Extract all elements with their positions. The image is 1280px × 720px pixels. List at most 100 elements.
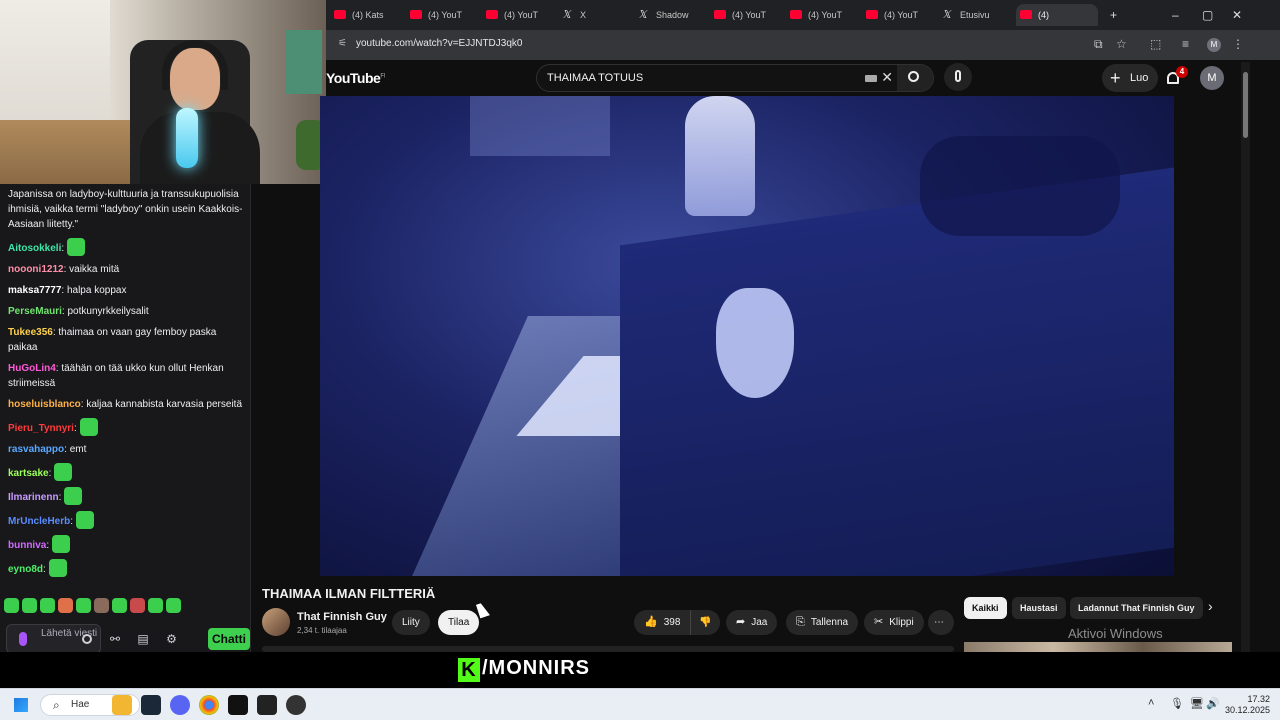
menu-icon[interactable]: ⋮ bbox=[1232, 37, 1244, 51]
chat-username[interactable]: HuGoLin4 bbox=[8, 363, 56, 374]
chat-message: bunniva: bbox=[8, 532, 243, 556]
voice-search-button[interactable] bbox=[944, 63, 972, 91]
obs-icon[interactable] bbox=[286, 695, 306, 715]
youtube-icon bbox=[486, 10, 498, 19]
chat-username[interactable]: Aitosokkeli bbox=[8, 243, 61, 254]
search-input[interactable]: THAIMAA TOTUUS ✕ bbox=[536, 64, 934, 92]
more-actions-button[interactable]: ⋯ bbox=[928, 610, 954, 635]
chat-text: potkunyrkkeilysalit bbox=[67, 306, 149, 317]
tab-bar: (4) Kats (4) YouT (4) YouT 𝕏X 𝕏 Shadow (4… bbox=[326, 0, 1280, 30]
keyboard-icon[interactable] bbox=[865, 75, 877, 82]
tab[interactable]: (4) Kats bbox=[330, 4, 398, 26]
chat-username[interactable]: hoseluisblanco bbox=[8, 399, 81, 410]
emote-bar[interactable] bbox=[4, 598, 248, 618]
account-avatar[interactable]: M bbox=[1200, 66, 1224, 90]
steam-icon[interactable] bbox=[141, 695, 161, 715]
minimize-icon[interactable]: – bbox=[1172, 0, 1179, 30]
chip-channel[interactable]: Ladannut That Finnish Guy bbox=[1070, 597, 1203, 619]
install-icon[interactable]: ⧉ bbox=[1094, 37, 1103, 52]
chat-emote[interactable] bbox=[51, 535, 70, 553]
channel-avatar[interactable] bbox=[262, 608, 290, 636]
chat-username[interactable]: bunniva bbox=[8, 540, 46, 551]
chat-emote[interactable] bbox=[48, 559, 67, 577]
video-player[interactable] bbox=[320, 96, 1174, 576]
chevron-right-icon[interactable]: › bbox=[1208, 598, 1213, 614]
chat-tools: ⚯ ▤ ⚙ bbox=[110, 632, 191, 646]
chip-all[interactable]: Kaikki bbox=[964, 597, 1007, 619]
tab[interactable]: (4) YouT bbox=[710, 4, 778, 26]
windows-start-icon[interactable] bbox=[14, 698, 28, 712]
chat-username[interactable]: MrUncleHerb bbox=[8, 516, 70, 527]
page-scrollbar[interactable] bbox=[1241, 62, 1250, 652]
channel-name[interactable]: That Finnish Guy bbox=[297, 611, 387, 623]
join-button[interactable]: Liity bbox=[392, 610, 430, 635]
clear-icon[interactable]: ✕ bbox=[881, 69, 893, 86]
link-icon[interactable]: ⚯ bbox=[110, 632, 120, 646]
emoji-icon[interactable] bbox=[82, 634, 92, 644]
tab-active[interactable]: (4) bbox=[1016, 4, 1098, 26]
chat-username[interactable]: Tukee356 bbox=[8, 327, 53, 338]
activate-windows-watermark: Aktivoi Windows bbox=[1068, 626, 1163, 641]
chat-emote[interactable] bbox=[79, 418, 98, 436]
chat-messages[interactable]: Japanissa on ladyboy-kulttuuria ja trans… bbox=[0, 184, 251, 596]
youtube-logo[interactable]: YouTubeFI bbox=[326, 70, 385, 86]
profile-avatar[interactable]: M bbox=[1207, 38, 1221, 52]
chat-username[interactable]: Ilmarinenn bbox=[8, 492, 59, 503]
system-clock[interactable]: 17.32 30.12.2025 bbox=[1224, 694, 1270, 716]
store-icon[interactable]: ▤ bbox=[137, 632, 148, 646]
chat-username[interactable]: kartsake bbox=[8, 468, 49, 479]
chat-emote[interactable] bbox=[54, 463, 73, 481]
close-icon[interactable]: ✕ bbox=[1232, 0, 1242, 30]
url-text[interactable]: youtube.com/watch?v=EJJNTDJ3qk0 bbox=[356, 38, 522, 49]
tray-chevron-icon[interactable]: ˄ bbox=[1148, 697, 1154, 709]
create-button[interactable]: Luo bbox=[1102, 64, 1158, 92]
x-app-icon[interactable] bbox=[228, 695, 248, 715]
tab[interactable]: 𝕏X bbox=[558, 4, 626, 26]
tab[interactable]: (4) YouT bbox=[482, 4, 550, 26]
discord-icon[interactable] bbox=[170, 695, 190, 715]
chat-input[interactable]: Lähetä viesti bbox=[6, 624, 101, 654]
chat-message: HuGoLin4: täähän on tää ukko kun ollut H… bbox=[8, 363, 224, 389]
chat-text: vaikka mitä bbox=[69, 264, 120, 275]
network-icon[interactable]: 🖥 bbox=[1190, 697, 1204, 710]
chat-message: PerseMauri: potkunyrkkeilysalit bbox=[8, 306, 149, 317]
chat-username[interactable]: maksa7777 bbox=[8, 285, 61, 296]
chat-username[interactable]: rasvahappo bbox=[8, 444, 64, 455]
chat-send-button[interactable]: Chatti bbox=[208, 628, 250, 650]
extensions-icon[interactable]: ⬚ bbox=[1150, 37, 1161, 51]
chat-emote[interactable] bbox=[64, 487, 83, 505]
chip-related[interactable]: Haustasi bbox=[1012, 597, 1066, 619]
chrome-icon[interactable] bbox=[199, 695, 219, 715]
bookmark-star-icon[interactable]: ☆ bbox=[1116, 37, 1127, 51]
tab[interactable]: (4) YouT bbox=[786, 4, 854, 26]
search-button[interactable] bbox=[897, 65, 933, 91]
recommended-thumbnail[interactable] bbox=[964, 642, 1232, 652]
chat-username[interactable]: PerseMauri bbox=[8, 306, 62, 317]
tab[interactable]: (4) YouT bbox=[862, 4, 930, 26]
app-icon[interactable] bbox=[257, 695, 277, 715]
media-icon[interactable]: ≡ bbox=[1182, 37, 1189, 51]
file-explorer-icon[interactable] bbox=[112, 695, 132, 715]
tab[interactable]: 𝕏 Shadow bbox=[634, 4, 702, 26]
clip-button[interactable]: ✂ Klippi bbox=[864, 610, 924, 635]
new-tab-button[interactable]: + bbox=[1110, 0, 1117, 30]
chat-username[interactable]: eyno8d bbox=[8, 564, 43, 575]
chat-emote[interactable] bbox=[66, 238, 85, 256]
share-button[interactable]: ➦ Jaa bbox=[726, 610, 778, 635]
save-button[interactable]: ⎘ Tallenna bbox=[786, 610, 859, 635]
maximize-icon[interactable]: ▢ bbox=[1202, 0, 1213, 30]
chat-emote[interactable] bbox=[75, 511, 94, 529]
subscribe-button[interactable]: Tilaa bbox=[438, 610, 480, 635]
gear-icon[interactable]: ⚙ bbox=[166, 632, 177, 646]
volume-icon[interactable]: 🔊 bbox=[1206, 697, 1220, 710]
chat-username[interactable]: noooni1212 bbox=[8, 264, 64, 275]
site-info-icon[interactable]: ⚟ bbox=[338, 38, 347, 49]
tab[interactable]: (4) YouT bbox=[406, 4, 474, 26]
tab[interactable]: 𝕏 Etusivu bbox=[938, 4, 1006, 26]
notifications-button[interactable]: 4 bbox=[1164, 66, 1188, 88]
share-icon: ➦ bbox=[736, 616, 746, 628]
mouse-cursor bbox=[476, 601, 490, 619]
chat-username[interactable]: Pieru_Tynnyri bbox=[8, 423, 74, 434]
tray-mic-icon[interactable]: 🎙 bbox=[1170, 697, 1184, 710]
dislike-button[interactable]: 👎 bbox=[690, 610, 720, 635]
